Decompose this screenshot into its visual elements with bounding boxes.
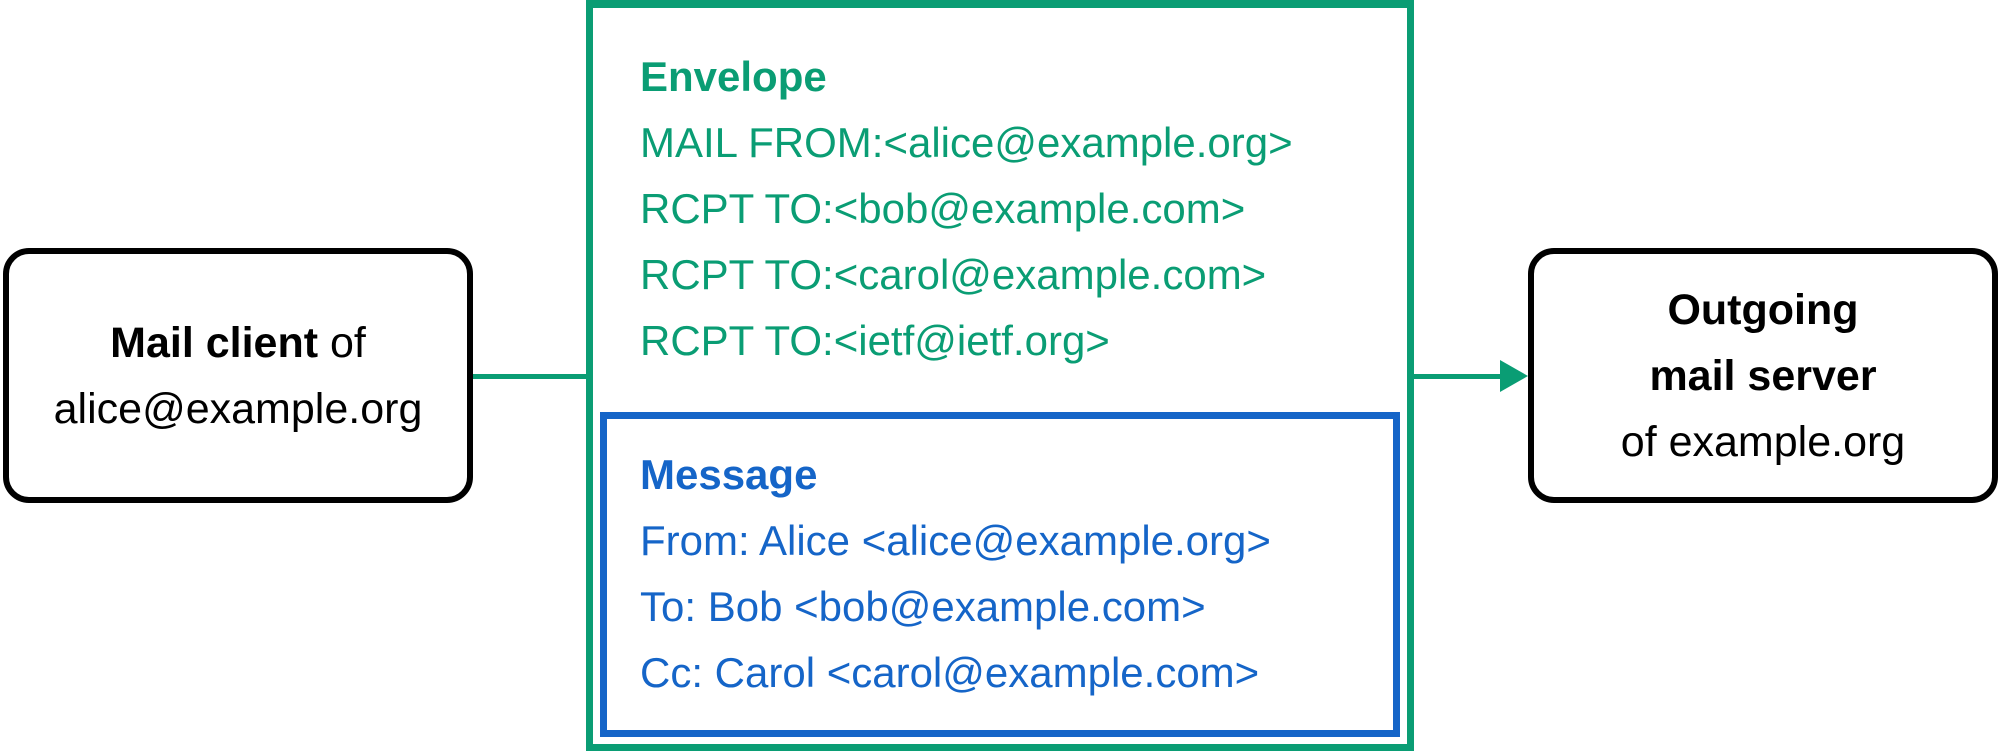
arrow-right-icon: [1500, 360, 1528, 392]
server-title-line2: mail server: [1649, 351, 1877, 400]
mail-client-suffix: of: [318, 318, 366, 367]
envelope-mail-from: MAIL FROM:<alice@example.org>: [640, 119, 1293, 166]
envelope-rcpt-to: RCPT TO:<ietf@ietf.org>: [640, 317, 1110, 364]
envelope-section: Envelope MAIL FROM:<alice@example.org> R…: [640, 44, 1293, 374]
message-from-header: From: Alice <alice@example.org>: [640, 517, 1271, 564]
message-cc-header: Cc: Carol <carol@example.com>: [640, 649, 1260, 696]
server-domain: of example.org: [1620, 417, 1906, 466]
message-section: Message From: Alice <alice@example.org> …: [640, 442, 1271, 706]
mail-client-address: alice@example.org: [53, 384, 423, 433]
envelope-rcpt-to: RCPT TO:<bob@example.com>: [640, 185, 1246, 232]
message-heading: Message: [640, 451, 818, 498]
message-to-header: To: Bob <bob@example.com>: [640, 583, 1206, 630]
outgoing-server-node: Outgoing mail server of example.org: [1528, 248, 1998, 503]
mail-client-node: Mail client of alice@example.org: [3, 248, 473, 503]
mail-client-label: Mail client: [110, 318, 319, 367]
client-connector-line: [473, 374, 588, 379]
envelope-heading: Envelope: [640, 53, 827, 100]
server-title-line1: Outgoing: [1667, 285, 1859, 334]
envelope-rcpt-to: RCPT TO:<carol@example.com>: [640, 251, 1267, 298]
server-connector-line: [1412, 374, 1507, 379]
mail-client-title: Mail client of: [110, 310, 366, 376]
